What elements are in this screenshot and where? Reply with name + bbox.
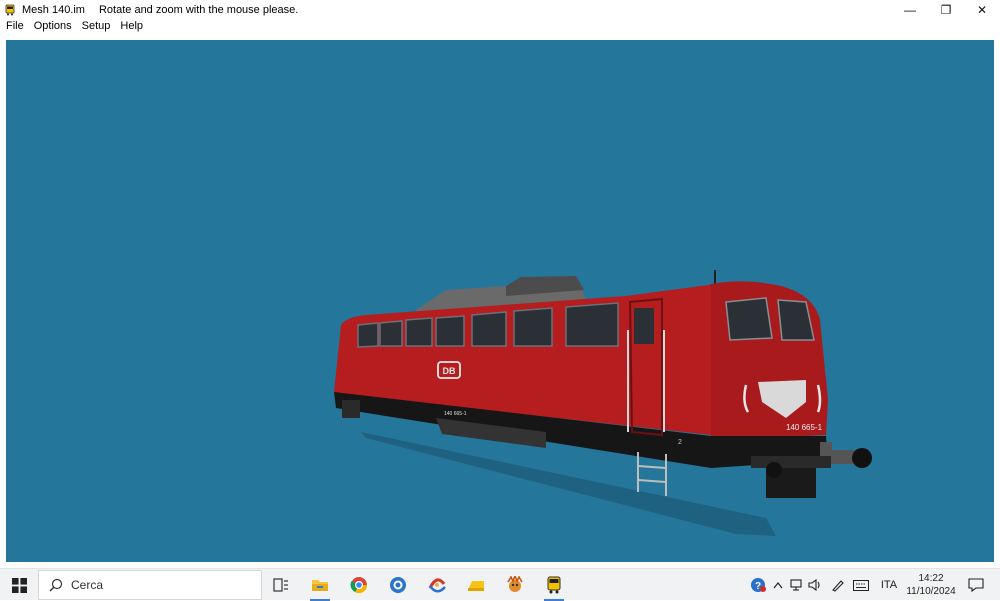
taskbar-search[interactable]: Cerca: [38, 570, 262, 600]
app-icon-game[interactable]: [499, 569, 531, 601]
clock[interactable]: 14:22 11/10/2024: [902, 571, 960, 599]
front-number: 140 665-1: [786, 423, 823, 432]
bogie-number: 2: [678, 439, 682, 446]
locomotive-render: DB 140 665-1 140 665-1 2: [334, 270, 872, 536]
window-title: Mesh 140.im: [22, 3, 85, 16]
menu-setup[interactable]: Setup: [77, 19, 116, 34]
taskbar: Cerca ? ITA 14:22 11/10/2024: [0, 568, 1000, 601]
door-window: [634, 308, 654, 344]
minimize-button[interactable]: —: [892, 0, 928, 19]
app-window: Mesh 140.im Rotate and zoom with the mou…: [0, 0, 1000, 568]
pen-icon[interactable]: [828, 569, 848, 601]
windows-start-button[interactable]: [0, 569, 38, 601]
help-icon[interactable]: ?: [748, 569, 768, 601]
window-controls: — ❐ ✕: [892, 0, 1000, 19]
chevron-up-icon[interactable]: [770, 569, 786, 601]
cab-windscreen-left: [725, 297, 773, 341]
train-app-taskbar-icon[interactable]: [538, 569, 570, 601]
app-icon-yellow[interactable]: [460, 569, 492, 601]
train-app-icon: [4, 4, 16, 16]
app-icon-blue[interactable]: [382, 569, 414, 601]
windows-logo-icon: [11, 577, 27, 593]
task-view-icon[interactable]: [265, 569, 297, 601]
close-button[interactable]: ✕: [964, 0, 1000, 19]
volume-icon[interactable]: [806, 569, 824, 601]
file-explorer-icon[interactable]: [304, 569, 336, 601]
search-placeholder: Cerca: [71, 578, 104, 592]
chrome-icon[interactable]: [343, 569, 375, 601]
3d-viewport[interactable]: DB 140 665-1 140 665-1 2: [6, 40, 994, 562]
side-number: 140 665-1: [444, 411, 467, 417]
window-hint: Rotate and zoom with the mouse please.: [98, 3, 299, 16]
db-logo-text: DB: [443, 366, 456, 376]
clock-time: 14:22: [918, 573, 944, 584]
language-indicator[interactable]: ITA: [876, 569, 902, 601]
menu-options[interactable]: Options: [29, 19, 77, 34]
clock-date: 11/10/2024: [906, 586, 956, 597]
notification-icon[interactable]: [962, 569, 990, 601]
title-bar[interactable]: Mesh 140.im Rotate and zoom with the mou…: [0, 0, 1000, 19]
network-icon[interactable]: [788, 569, 806, 601]
rear-steps: [342, 400, 360, 418]
menu-help[interactable]: Help: [115, 19, 148, 34]
search-icon: [49, 578, 63, 592]
restore-button[interactable]: ❐: [928, 0, 964, 19]
app-icon-red[interactable]: [421, 569, 453, 601]
menu-bar: File Options Setup Help: [0, 19, 1000, 34]
keyboard-icon[interactable]: [850, 569, 872, 601]
menu-file[interactable]: File: [0, 19, 29, 34]
svg-text:?: ?: [755, 581, 761, 592]
